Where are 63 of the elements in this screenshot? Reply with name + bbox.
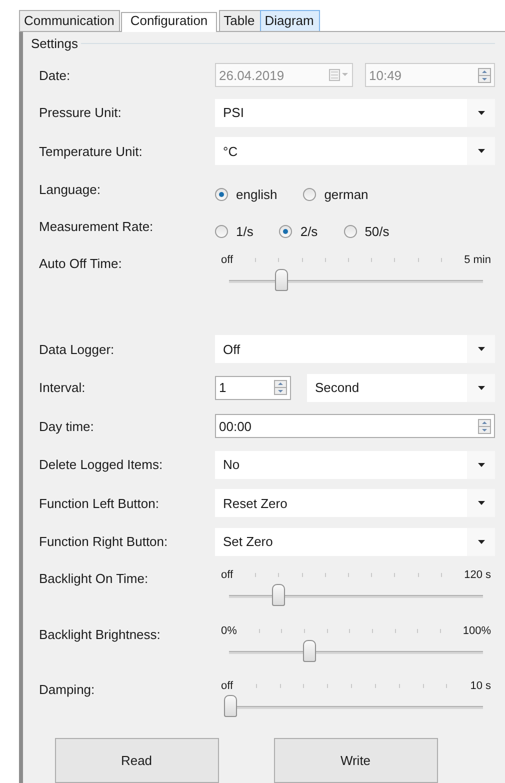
- dropdown[interactable]: Off: [215, 335, 495, 364]
- slider-thumb[interactable]: [302, 640, 316, 662]
- caret-icon: [478, 462, 484, 467]
- slider-max-label: 5 min: [464, 254, 491, 266]
- field-label: Data Logger:: [39, 342, 116, 357]
- radio-option[interactable]: german: [303, 186, 368, 202]
- tab[interactable]: Communication: [19, 10, 120, 31]
- spinner-icon: [478, 418, 491, 434]
- tab[interactable]: Table: [218, 10, 261, 31]
- field-label: Damping:: [39, 682, 96, 698]
- slider-min-label: off: [221, 568, 234, 581]
- time-field[interactable]: 00:00: [215, 414, 495, 438]
- field-label: Temperature Unit:: [39, 144, 144, 159]
- slider-thumb[interactable]: [224, 695, 237, 718]
- group-title: Settings: [30, 36, 79, 52]
- slider-min-label: off: [221, 254, 234, 266]
- radio-option[interactable]: 2/s: [279, 224, 318, 240]
- button[interactable]: Write: [274, 738, 438, 783]
- slider[interactable]: off 5 min: [215, 246, 495, 293]
- field-label: Date:: [39, 68, 72, 83]
- caret-icon: [478, 540, 484, 544]
- slider-min-label: off: [221, 680, 234, 692]
- spinner-icon: [274, 380, 287, 396]
- calendar-icon: [329, 69, 349, 82]
- dropdown[interactable]: °C: [215, 137, 495, 166]
- caret-icon: [478, 149, 484, 154]
- slider-max-label: 10 s: [470, 680, 491, 692]
- slider-thumb[interactable]: [274, 268, 288, 291]
- slider-max-label: 100%: [462, 624, 491, 636]
- field-label: Backlight On Time:: [39, 570, 150, 586]
- slider[interactable]: 0% 100%: [215, 616, 495, 664]
- field-label: Interval:: [39, 380, 86, 396]
- field-label: Auto Off Time:: [39, 256, 123, 271]
- field-label: Measurement Rate:: [39, 219, 154, 234]
- radio-option[interactable]: english: [215, 186, 278, 202]
- field-label: Day time:: [39, 418, 95, 434]
- radio-option[interactable]: 1/s: [215, 224, 254, 240]
- caret-icon: [478, 347, 484, 352]
- caret-icon: [478, 501, 484, 506]
- number-field[interactable]: 1: [215, 376, 291, 400]
- field-label: Delete Logged Items:: [39, 457, 164, 472]
- field-label: Pressure Unit:: [39, 105, 122, 120]
- caret-icon: [478, 110, 484, 115]
- spinner-icon: [478, 68, 491, 83]
- button[interactable]: Read: [54, 738, 218, 783]
- radio-option[interactable]: 50/s: [344, 224, 390, 240]
- caret-icon: [478, 386, 484, 390]
- field-label: Function Left Button:: [39, 496, 160, 511]
- dropdown[interactable]: Reset Zero: [215, 489, 495, 518]
- field-label: Backlight Brightness:: [39, 626, 162, 642]
- slider-thumb[interactable]: [272, 584, 286, 606]
- dropdown[interactable]: PSI: [215, 98, 495, 127]
- dropdown[interactable]: Second: [307, 374, 495, 402]
- tab[interactable]: Diagram: [260, 10, 320, 31]
- dropdown[interactable]: No: [215, 450, 495, 479]
- slider-min-label: 0%: [221, 624, 237, 636]
- tab[interactable]: Configuration: [121, 12, 217, 32]
- field-label: Function Right Button:: [39, 534, 169, 550]
- field-label: Language:: [39, 182, 102, 197]
- slider[interactable]: off 10 s: [215, 672, 495, 720]
- dropdown[interactable]: Set Zero: [215, 528, 495, 556]
- slider-max-label: 120 s: [464, 568, 491, 581]
- slider[interactable]: off 120 s: [215, 560, 495, 608]
